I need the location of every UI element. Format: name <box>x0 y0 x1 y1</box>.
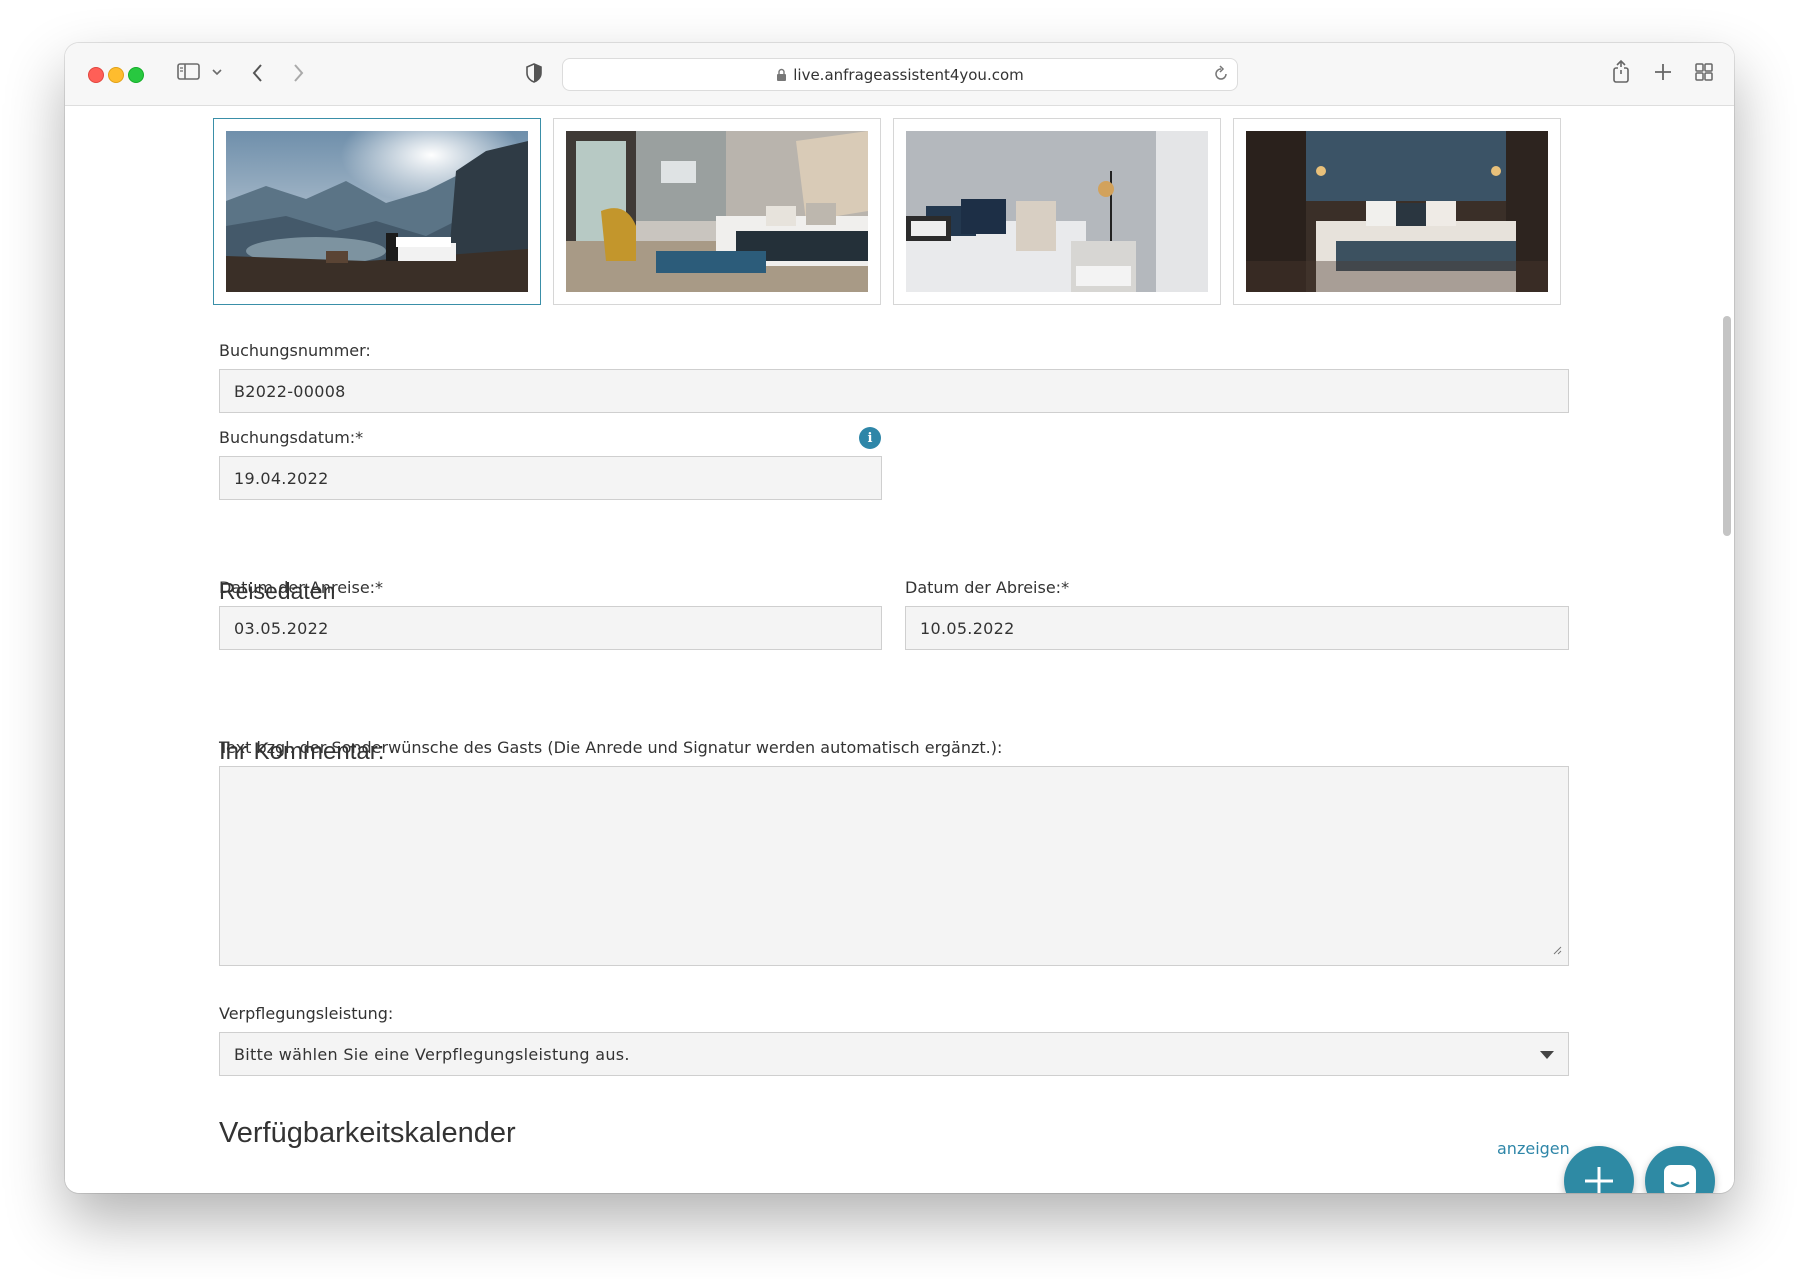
lock-icon <box>776 68 787 82</box>
browser-toolbar: live.anfrageassistent4you.com <box>65 43 1734 106</box>
booking-date-label: Buchungsdatum:* <box>219 428 364 447</box>
bedside-lamp-photo <box>906 131 1208 292</box>
share-icon[interactable] <box>1611 59 1631 85</box>
booking-number-label: Buchungsnummer: <box>219 341 371 360</box>
back-arrow-icon[interactable] <box>251 62 265 84</box>
resize-grip-icon[interactable] <box>1552 940 1562 959</box>
new-tab-plus-icon[interactable] <box>1653 62 1673 82</box>
tab-overview-icon[interactable] <box>1694 62 1714 82</box>
url-text: live.anfrageassistent4you.com <box>793 65 1024 84</box>
info-icon[interactable]: i <box>859 427 881 449</box>
comment-hint-label: Text bzgl. der Sonderwünsche des Gasts (… <box>219 738 1003 757</box>
sidebar-toggle-icon[interactable] <box>177 62 201 82</box>
dark-hotel-room-photo <box>1246 131 1548 292</box>
show-calendar-link[interactable]: anzeigen <box>1497 1139 1570 1158</box>
chat-launcher-button[interactable] <box>1645 1146 1715 1193</box>
chevron-down-icon[interactable] <box>211 62 223 82</box>
dropdown-caret-icon <box>1540 1051 1554 1059</box>
board-select-value: Bitte wählen Sie eine Verpflegungsleistu… <box>234 1044 630 1064</box>
address-bar[interactable]: live.anfrageassistent4you.com <box>562 58 1238 91</box>
page-scrollbar[interactable] <box>1723 316 1731 536</box>
room-image-gallery <box>213 118 1561 305</box>
departure-date-field[interactable]: 10.05.2022 <box>905 606 1569 650</box>
page-content: Buchungsnummer: B2022-00008 Buchungsdatu… <box>65 106 1734 1193</box>
gallery-thumb-4[interactable] <box>1233 118 1561 305</box>
availability-calendar-heading: Verfügbarkeitskalender <box>219 1117 516 1149</box>
hotel-room-armchair-photo <box>566 131 868 292</box>
browser-window: live.anfrageassistent4you.com Buchungsnu… <box>65 43 1734 1193</box>
booking-date-field[interactable]: 19.04.2022 <box>219 456 882 500</box>
add-fab-button[interactable] <box>1564 1146 1634 1193</box>
comment-textarea[interactable] <box>219 766 1569 966</box>
departure-date-label: Datum der Abreise:* <box>905 578 1070 597</box>
privacy-shield-icon[interactable] <box>525 62 543 84</box>
arrival-date-label: Datum der Anreise:* <box>219 578 384 597</box>
board-label: Verpflegungsleistung: <box>219 1004 394 1023</box>
board-select[interactable]: Bitte wählen Sie eine Verpflegungsleistu… <box>219 1032 1569 1076</box>
forward-arrow-icon[interactable] <box>291 62 305 84</box>
gallery-thumb-2[interactable] <box>553 118 881 305</box>
mountain-view-bed-photo <box>226 131 528 292</box>
reload-icon[interactable] <box>1213 65 1229 87</box>
minimize-window-button[interactable] <box>108 67 124 83</box>
arrival-date-field[interactable]: 03.05.2022 <box>219 606 882 650</box>
gallery-thumb-1[interactable] <box>213 118 541 305</box>
close-window-button[interactable] <box>88 67 104 83</box>
gallery-thumb-3[interactable] <box>893 118 1221 305</box>
plus-icon <box>1585 1167 1613 1193</box>
zoom-window-button[interactable] <box>128 67 144 83</box>
booking-number-field[interactable]: B2022-00008 <box>219 369 1569 413</box>
chat-icon <box>1664 1165 1696 1193</box>
